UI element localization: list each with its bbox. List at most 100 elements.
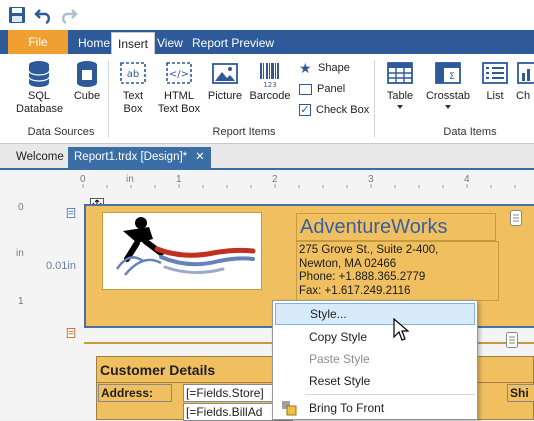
chart-icon xyxy=(517,62,534,84)
tab-home[interactable]: Home xyxy=(72,32,116,54)
table-button[interactable]: Table xyxy=(382,60,418,109)
logo-picture[interactable] xyxy=(102,212,262,290)
cube-button[interactable]: Cube xyxy=(70,60,104,103)
checkbox-button[interactable]: ✓ Check Box xyxy=(299,102,369,118)
section-icon[interactable] xyxy=(506,332,518,348)
panel-button[interactable]: Panel xyxy=(299,81,345,97)
table-label: Table xyxy=(386,90,414,102)
chart-button[interactable]: Ch xyxy=(516,60,534,103)
tab-view[interactable]: View xyxy=(151,32,189,54)
checkbox-label: Check Box xyxy=(316,104,370,116)
ruler-label: 0 xyxy=(80,174,86,185)
menu-item-style[interactable]: Style... xyxy=(275,303,475,325)
menu-separator xyxy=(305,394,475,395)
list-icon xyxy=(482,62,508,84)
close-icon[interactable]: ✕ xyxy=(195,151,205,163)
list-label: List xyxy=(486,90,504,102)
tab-insert[interactable]: Insert xyxy=(111,32,156,54)
undo-icon[interactable] xyxy=(34,6,54,24)
horizontal-ruler: 0 in 1 2 3 4 xyxy=(66,174,534,188)
ship-label[interactable]: Shi xyxy=(507,384,534,402)
barcode-label: Barcode xyxy=(249,90,291,102)
star-icon: ★ xyxy=(299,60,312,77)
tab-welcome[interactable]: Welcome xyxy=(10,147,70,168)
chart-label: Ch xyxy=(516,90,531,102)
sql-database-button[interactable]: SQL Database xyxy=(16,60,64,116)
chevron-down-icon xyxy=(445,105,451,109)
menu-item-reset-style[interactable]: Reset Style xyxy=(275,370,475,392)
mouse-cursor-icon xyxy=(393,318,409,341)
company-address-textbox[interactable]: 275 Grove St., Suite 2-400, Newton, MA 0… xyxy=(296,241,499,301)
company-name-textbox[interactable]: AdventureWorks xyxy=(296,213,496,241)
crosstab-icon: Σ xyxy=(435,62,461,84)
shape-button[interactable]: ★ Shape xyxy=(299,60,350,76)
ruler-unit: in xyxy=(126,174,134,185)
svg-text:</>: </> xyxy=(169,69,189,80)
band-icon[interactable] xyxy=(66,328,76,338)
cube-icon xyxy=(77,61,97,87)
textbox-label-2: Box xyxy=(123,103,143,115)
tab-file[interactable]: File xyxy=(8,30,68,54)
barcode-icon: 123 xyxy=(260,63,279,88)
document-tab-bar: Welcome Report1.trdx [Design]* ✕ xyxy=(0,144,534,170)
bring-to-front-label: Bring To Front xyxy=(309,401,385,415)
band-icon[interactable] xyxy=(66,208,76,218)
textbox-button[interactable]: ab Text Box xyxy=(114,60,152,116)
address-line: Newton, MA 02466 xyxy=(299,257,397,270)
menu-item-bring-to-front[interactable]: Bring To Front xyxy=(275,397,475,419)
cyclist-logo-icon xyxy=(115,217,256,276)
picture-button[interactable]: Picture xyxy=(205,60,245,103)
ribbon-separator xyxy=(374,60,375,138)
table-icon xyxy=(387,62,413,84)
svg-text:ab: ab xyxy=(127,69,139,80)
menu-item-paste-style[interactable]: Paste Style xyxy=(275,348,475,370)
textbox-icon: ab xyxy=(120,62,146,84)
margin-label: 0.01in xyxy=(46,260,76,272)
ruler-label: 3 xyxy=(368,174,374,185)
ribbon: SQL Database Cube Data Sources ab Text B… xyxy=(0,54,534,144)
ribbon-tab-bar: File Home Insert View Report Preview xyxy=(0,30,534,54)
tab-report-preview[interactable]: Report Preview xyxy=(186,32,280,54)
barcode-button[interactable]: 123 Barcode xyxy=(248,60,292,103)
ribbon-separator xyxy=(108,60,109,138)
panel-icon xyxy=(299,83,312,95)
group-label-data-sources: Data Sources xyxy=(27,126,95,138)
svg-text:Σ: Σ xyxy=(449,72,455,82)
ruler-label: 1 xyxy=(176,174,182,185)
fax-line: Fax: +1.617.249.2116 xyxy=(299,284,411,297)
tab-report1-design[interactable]: Report1.trdx [Design]* ✕ xyxy=(68,147,211,168)
html-textbox-label-1: HTML xyxy=(164,90,194,102)
tab-report1-label: Report1.trdx [Design]* xyxy=(74,151,188,163)
sql-label-2: Database xyxy=(16,103,64,115)
html-textbox-icon: </> xyxy=(166,62,192,84)
sql-label-1: SQL xyxy=(27,90,50,102)
cube-label: Cube xyxy=(73,90,101,102)
shape-label: Shape xyxy=(318,62,350,74)
html-textbox-label-2: Text Box xyxy=(157,103,201,115)
ruler-label: 0 xyxy=(18,202,24,213)
list-button[interactable]: List xyxy=(480,60,510,103)
chevron-down-icon xyxy=(397,105,403,109)
database-icon xyxy=(28,61,50,87)
address-line: 275 Grove St., Suite 2-400, xyxy=(299,244,439,256)
svg-text:123: 123 xyxy=(263,81,276,88)
redo-icon[interactable] xyxy=(58,6,78,24)
panel-label: Panel xyxy=(317,83,346,95)
ruler-unit: in xyxy=(16,248,24,259)
picture-icon xyxy=(212,63,238,84)
ruler-label: 2 xyxy=(272,174,278,185)
group-label-data-items: Data Items xyxy=(443,126,497,138)
quick-access-toolbar xyxy=(0,0,534,30)
crosstab-button[interactable]: Σ Crosstab xyxy=(424,60,472,109)
save-icon[interactable] xyxy=(8,6,28,24)
ruler-label: 1 xyxy=(18,296,24,307)
textbox-label-1: Text xyxy=(122,90,144,102)
section-icon[interactable] xyxy=(510,210,522,226)
address-label[interactable]: Address: xyxy=(98,384,172,402)
crosstab-label: Crosstab xyxy=(425,90,471,102)
phone-line: Phone: +1.888.365.2779 xyxy=(299,271,426,283)
group-label-report-items: Report Items xyxy=(212,126,276,138)
vertical-ruler: 0 in 1 xyxy=(10,192,34,420)
menu-item-copy-style[interactable]: Copy Style xyxy=(275,326,475,348)
html-textbox-button[interactable]: </> HTML Text Box xyxy=(156,60,202,116)
